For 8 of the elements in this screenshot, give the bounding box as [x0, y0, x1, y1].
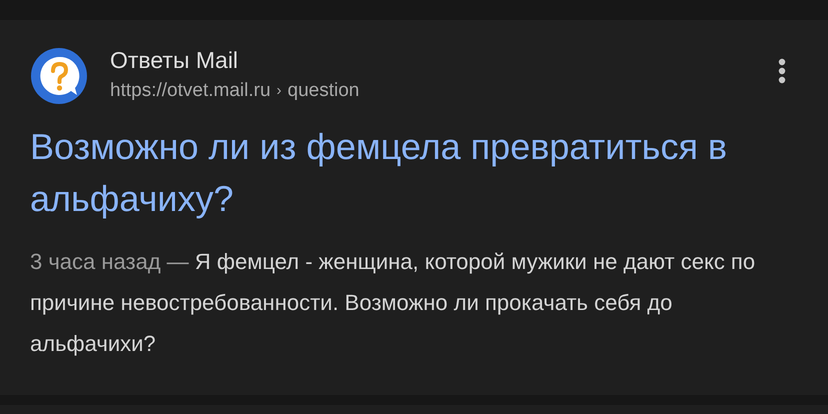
- breadcrumb-separator: ›: [276, 81, 282, 101]
- site-name: Ответы Mail: [110, 46, 240, 75]
- more-options-icon[interactable]: [778, 58, 786, 84]
- result-title-link[interactable]: Возможно ли из фемцела превратиться в альфачиху?: [30, 121, 790, 225]
- site-url: https://otvet.mail.ru: [110, 79, 271, 103]
- question-bubble-icon: [30, 47, 88, 105]
- result-snippet: 3 часа назад — Я фемцел - женщина, которой мужики не дают секс по причине невостребованности. Возможно ли прокачать себя до альфачихи?: [30, 248, 756, 358]
- breadcrumb: question: [288, 79, 360, 103]
